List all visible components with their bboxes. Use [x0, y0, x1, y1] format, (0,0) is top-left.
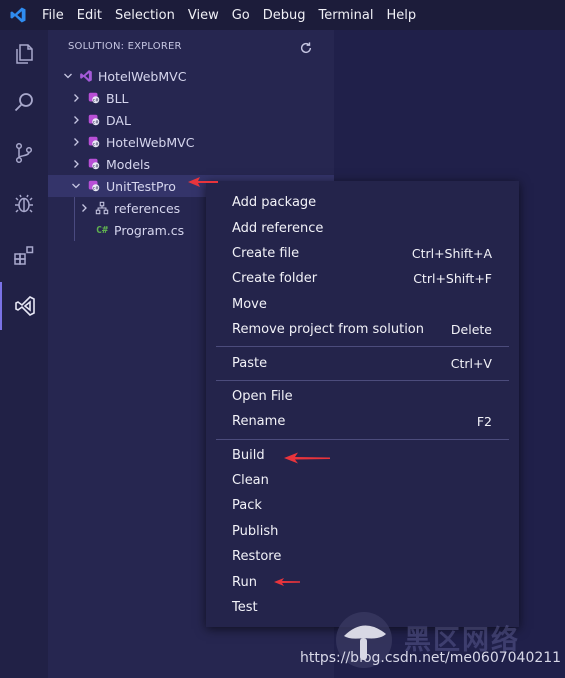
menu-item-open-file[interactable]: Open File	[206, 384, 519, 409]
chevron-down-icon	[60, 68, 76, 84]
svg-text:c#: c#	[93, 98, 99, 104]
menu-item-label: Paste	[232, 355, 268, 371]
menu-item-label: Open File	[232, 388, 293, 404]
menu-item-paste[interactable]: Paste Ctrl+V	[206, 350, 519, 375]
menu-item-add-reference[interactable]: Add reference	[206, 215, 519, 240]
project-label: DAL	[106, 112, 131, 128]
file-label: Program.cs	[114, 222, 185, 238]
watermark-url: https://blog.csdn.net/me0607040211	[300, 650, 562, 666]
menu-item-remove-project[interactable]: Remove project from solution Delete	[206, 317, 519, 342]
tree-project-hotelwebmvc[interactable]: c# HotelWebMVC	[48, 131, 334, 153]
menu-bar: File Edit Selection View Go Debug Termin…	[0, 0, 565, 30]
menu-item-label: Clean	[232, 473, 269, 489]
files-icon[interactable]	[0, 30, 48, 78]
extensions-icon[interactable]	[0, 231, 48, 279]
menu-item-move[interactable]: Move	[206, 292, 519, 317]
menu-item-label: Restore	[232, 549, 282, 565]
vscode-logo-icon	[0, 0, 36, 30]
menu-separator	[216, 438, 509, 440]
menu-item-pack[interactable]: Pack	[206, 493, 519, 518]
tree-solution[interactable]: HotelWebMVC	[48, 65, 334, 87]
svg-text:c#: c#	[93, 164, 99, 170]
chevron-right-icon	[68, 134, 84, 150]
chevron-down-icon	[68, 178, 84, 194]
solution-icon	[78, 68, 94, 84]
menu-item-label: Remove project from solution	[232, 322, 425, 338]
debug-icon[interactable]	[0, 180, 48, 228]
menu-item-label: Run	[232, 574, 257, 590]
menu-item-create-folder[interactable]: Create folder Ctrl+Shift+F	[206, 266, 519, 291]
menu-item-label: Build	[232, 447, 265, 463]
menu-item-shortcut: F2	[476, 414, 492, 430]
csproj-icon: c#	[86, 156, 102, 172]
menu-terminal[interactable]: Terminal	[319, 8, 374, 23]
menu-item-shortcut: Ctrl+Shift+A	[411, 245, 492, 261]
csproj-icon: c#	[86, 178, 102, 194]
arrow-annotation-icon	[188, 177, 218, 187]
menu-go[interactable]: Go	[232, 8, 250, 23]
menu-item-label: Add package	[232, 195, 317, 211]
refresh-icon[interactable]	[299, 40, 313, 54]
tree-project-dal[interactable]: c# DAL	[48, 109, 334, 131]
menu-item-add-package[interactable]: Add package	[206, 190, 519, 215]
csproj-icon: c#	[86, 112, 102, 128]
menu-item-label: Pack	[232, 498, 262, 514]
svg-text:c#: c#	[93, 120, 99, 126]
chevron-right-icon	[68, 112, 84, 128]
menu-item-label: Add reference	[232, 220, 324, 236]
svg-text:c#: c#	[93, 142, 99, 148]
project-label: HotelWebMVC	[106, 134, 195, 150]
solution-label: HotelWebMVC	[98, 68, 187, 84]
chevron-right-icon	[68, 156, 84, 172]
menu-debug[interactable]: Debug	[263, 8, 306, 23]
project-label: BLL	[106, 90, 129, 106]
chevron-right-icon	[76, 200, 92, 216]
source-control-icon[interactable]	[0, 129, 48, 177]
menu-item-label: Test	[232, 600, 258, 616]
activity-bar	[0, 30, 48, 678]
references-label: references	[114, 200, 181, 216]
project-label: UnitTestPro	[106, 178, 176, 194]
menu-separator	[216, 379, 509, 381]
svg-text:c#: c#	[93, 186, 99, 192]
csproj-icon: c#	[86, 90, 102, 106]
menu-item-clean[interactable]: Clean	[206, 468, 519, 493]
menu-separator	[216, 346, 509, 348]
menu-item-create-file[interactable]: Create file Ctrl+Shift+A	[206, 241, 519, 266]
menu-item-rename[interactable]: Rename F2	[206, 409, 519, 434]
tree-project-bll[interactable]: c# BLL	[48, 87, 334, 109]
menu-item-run[interactable]: Run	[206, 569, 519, 594]
context-menu: Add package Add reference Create file Ctr…	[206, 181, 519, 627]
sidebar-title: SOLUTION: EXPLORER	[68, 41, 182, 52]
csproj-icon: c#	[86, 134, 102, 150]
tree-project-models[interactable]: c# Models	[48, 153, 334, 175]
references-icon	[94, 200, 110, 216]
menu-item-restore[interactable]: Restore	[206, 544, 519, 569]
menu-item-build[interactable]: Build	[206, 443, 519, 468]
search-icon[interactable]	[0, 78, 48, 126]
menu-item-label: Move	[232, 296, 267, 312]
menu-item-label: Rename	[232, 414, 286, 430]
arrow-annotation-icon	[274, 578, 300, 586]
menu-item-shortcut: Delete	[450, 322, 492, 338]
menu-help[interactable]: Help	[386, 8, 416, 23]
arrow-annotation-icon	[284, 452, 330, 464]
menu-item-label: Create folder	[232, 271, 318, 287]
menu-item-label: Create file	[232, 245, 300, 261]
chevron-right-icon	[68, 90, 84, 106]
menu-edit[interactable]: Edit	[77, 8, 102, 23]
solution-explorer-icon[interactable]	[0, 282, 48, 330]
menu-selection[interactable]: Selection	[115, 8, 175, 23]
menu-item-shortcut: Ctrl+Shift+F	[413, 271, 492, 287]
menu-view[interactable]: View	[188, 8, 219, 23]
project-label: Models	[106, 156, 151, 172]
menu-item-publish[interactable]: Publish	[206, 519, 519, 544]
menu-item-label: Publish	[232, 523, 279, 539]
csharp-file-icon: C#	[96, 224, 109, 236]
menu-file[interactable]: File	[42, 8, 64, 23]
menu-item-shortcut: Ctrl+V	[450, 355, 492, 371]
